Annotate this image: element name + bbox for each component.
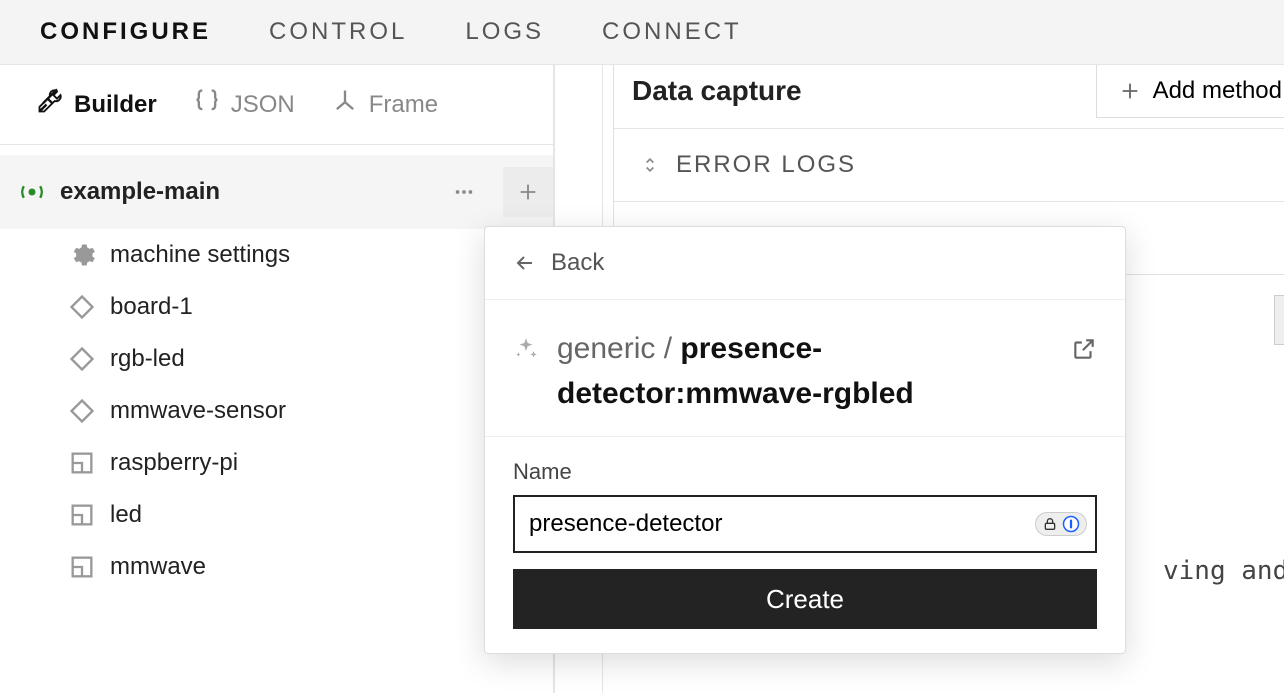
mode-builder[interactable]: Builder	[36, 87, 157, 122]
mode-json-label: JSON	[231, 91, 295, 119]
add-method-label: Add method	[1153, 77, 1282, 105]
tree-item-label: machine settings	[110, 241, 290, 269]
tree-item-machine-settings[interactable]: machine settings	[0, 229, 553, 281]
sort-icon	[640, 155, 660, 175]
tree-item-led[interactable]: led	[0, 489, 553, 541]
tree-item-board-1[interactable]: board-1	[0, 281, 553, 333]
name-field-label: Name	[513, 459, 1097, 485]
mode-builder-label: Builder	[74, 91, 157, 119]
tree-item-rgb-led[interactable]: rgb-led	[0, 333, 553, 385]
error-logs-section[interactable]: ERROR LOGS	[614, 128, 1284, 201]
add-method-button[interactable]: Add method	[1096, 65, 1284, 118]
more-button[interactable]	[439, 167, 489, 217]
tab-connect[interactable]: CONNECT	[602, 18, 742, 46]
name-input-wrapper	[513, 495, 1097, 553]
external-link-button[interactable]	[1071, 336, 1097, 367]
tree-item-label: rgb-led	[110, 345, 185, 373]
tree-item-label: mmwave	[110, 553, 206, 581]
back-button[interactable]: Back	[485, 227, 1125, 300]
diamond-icon	[68, 345, 96, 373]
tree-item-mmwave-sensor[interactable]: mmwave-sensor	[0, 385, 553, 437]
component-category: generic	[557, 332, 655, 365]
tab-control[interactable]: CONTROL	[269, 18, 407, 46]
component-type-title: generic / presence-detector:mmwave-rgble…	[557, 326, 1053, 416]
tree-item-label: raspberry-pi	[110, 449, 238, 477]
axes-icon	[331, 87, 359, 122]
braces-icon	[193, 87, 221, 122]
mode-frame-label: Frame	[369, 91, 438, 119]
wrench-icon	[36, 87, 64, 122]
tree-item-mmwave[interactable]: mmwave	[0, 541, 553, 593]
mode-frame[interactable]: Frame	[331, 87, 438, 122]
tree-header-label: example-main	[60, 178, 220, 206]
plus-icon	[1119, 80, 1141, 102]
tree-item-label: mmwave-sensor	[110, 397, 286, 425]
diamond-icon	[68, 293, 96, 321]
module-icon	[68, 553, 96, 581]
tab-logs[interactable]: LOGS	[465, 18, 544, 46]
signal-icon	[18, 178, 46, 206]
top-tabs: CONFIGURE CONTROL LOGS CONNECT	[0, 0, 1284, 65]
onepassword-icon	[1062, 515, 1080, 533]
data-capture-title: Data capture	[632, 75, 802, 107]
module-icon	[68, 501, 96, 529]
sparkle-icon	[513, 336, 539, 367]
component-tree: example-main machine settings board-1 r	[0, 145, 553, 593]
mode-json[interactable]: JSON	[193, 87, 295, 122]
password-manager-icons	[1035, 512, 1087, 536]
add-component-button[interactable]	[503, 167, 553, 217]
diamond-icon	[68, 397, 96, 425]
tree-item-label: board-1	[110, 293, 193, 321]
tree-item-label: led	[110, 501, 142, 529]
tab-configure[interactable]: CONFIGURE	[40, 18, 211, 46]
create-button[interactable]: Create	[513, 569, 1097, 629]
add-component-popup: Back generic / presence-detector:mmwave-…	[484, 226, 1126, 654]
pause-icon[interactable]	[1274, 295, 1284, 345]
module-icon	[68, 449, 96, 477]
tree-header-main[interactable]: example-main	[0, 155, 553, 229]
back-label: Back	[551, 249, 604, 277]
mode-bar: Builder JSON Frame	[0, 65, 553, 145]
tree-item-raspberry-pi[interactable]: raspberry-pi	[0, 437, 553, 489]
name-input[interactable]	[529, 497, 1035, 551]
arrow-left-icon	[513, 251, 537, 275]
error-logs-label: ERROR LOGS	[676, 151, 856, 179]
lock-icon	[1042, 516, 1058, 532]
gear-icon	[68, 241, 96, 269]
sidebar: Builder JSON Frame example-main	[0, 65, 554, 693]
